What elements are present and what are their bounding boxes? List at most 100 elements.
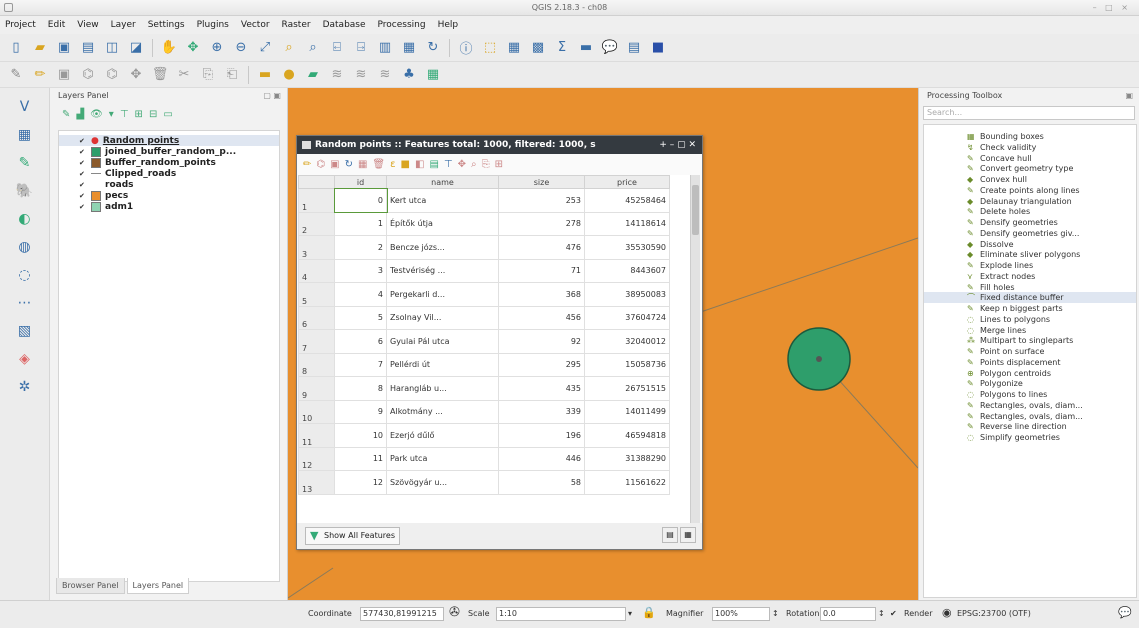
copy-rows-icon[interactable]: ⎘ <box>482 159 490 170</box>
table-row[interactable]: 12 11 Park utca 446 31388290 <box>298 446 670 471</box>
toolbox-item[interactable]: ✎ Densify geometries <box>924 217 1136 228</box>
cell-price[interactable]: 32040012 <box>584 329 670 354</box>
toolbox-item[interactable]: ◌ Simplify geometries <box>924 432 1136 443</box>
lock-scale-icon[interactable]: 🔒 <box>642 606 656 619</box>
table-row[interactable]: 11 10 Ezerjó dűlő 196 46594818 <box>298 423 670 448</box>
column-header-size[interactable]: size <box>498 175 585 189</box>
row-number[interactable]: 4 <box>298 258 335 283</box>
cell-id[interactable]: 2 <box>334 235 387 260</box>
invert-selection-icon[interactable]: ◧ <box>415 159 424 170</box>
cell-name[interactable]: Gyulai Pál utca <box>386 329 499 354</box>
toolbox-item[interactable]: ⊕ Polygon centroids <box>924 368 1136 379</box>
cell-price[interactable]: 46594818 <box>584 423 670 448</box>
toolbox-item[interactable]: ◌ Lines to polygons <box>924 314 1136 325</box>
cell-name[interactable]: Bencze józs... <box>386 235 499 260</box>
pan-to-selection-icon[interactable]: ✥ <box>183 38 203 58</box>
menu-layer[interactable]: Layer <box>110 20 137 30</box>
cell-name[interactable]: Park utca <box>386 446 499 471</box>
checkbox-icon[interactable]: ✔ <box>79 137 87 145</box>
add-wfs-icon[interactable]: ⋯ <box>12 292 38 314</box>
select-features-icon[interactable]: ⬚ <box>480 38 500 58</box>
checkbox-icon[interactable]: ✔ <box>79 159 87 167</box>
table-row[interactable]: 5 4 Pergekarli d... 368 38950083 <box>298 282 670 307</box>
cell-id[interactable]: 12 <box>334 470 387 495</box>
toolbox-item[interactable]: ◌ Polygons to lines <box>924 389 1136 400</box>
layer-item-pecs[interactable]: ✔ pecs <box>59 190 279 201</box>
row-number[interactable]: 8 <box>298 352 335 377</box>
toolbox-item[interactable]: ✎ Points displacement <box>924 357 1136 368</box>
measure-icon[interactable]: ▬ <box>576 38 596 58</box>
row-number[interactable]: 2 <box>298 211 335 236</box>
row-number[interactable]: 13 <box>298 470 335 495</box>
panel-float-close-icon[interactable]: ▣ <box>1125 88 1133 104</box>
cell-size[interactable]: 435 <box>498 376 585 401</box>
zoom-to-selected-icon[interactable]: ⌕ <box>471 159 477 170</box>
table-row[interactable]: 2 1 Építők útja 278 14118614 <box>298 211 670 236</box>
add-wcs-icon[interactable]: ◌ <box>12 264 38 286</box>
cell-id[interactable]: 3 <box>334 258 387 283</box>
table-row[interactable]: 6 5 Zsolnay Vil... 456 37604724 <box>298 305 670 330</box>
identify-icon[interactable]: ⓘ <box>456 38 476 58</box>
cell-size[interactable]: 339 <box>498 399 585 424</box>
toolbox-item[interactable]: ✎ Explode lines <box>924 260 1136 271</box>
toolbox-item[interactable]: ✎ Densify geometries giv... <box>924 228 1136 239</box>
python-icon[interactable]: ♣ <box>399 65 419 85</box>
toggle-extents-icon[interactable]: ✇ <box>449 605 460 620</box>
new-bookmark-icon[interactable]: ▥ <box>375 38 395 58</box>
table-row[interactable]: 7 6 Gyulai Pál utca 92 32040012 <box>298 329 670 354</box>
cell-id[interactable]: 7 <box>334 352 387 377</box>
checkbox-icon[interactable]: ✔ <box>79 148 87 156</box>
cell-id[interactable]: 4 <box>334 282 387 307</box>
toolbox-item[interactable]: ✎ Convert geometry type <box>924 163 1136 174</box>
column-header-price[interactable]: price <box>584 175 670 189</box>
table-row[interactable]: 4 3 Testvériség ... 71 8443607 <box>298 258 670 283</box>
menu-project[interactable]: Project <box>4 20 37 30</box>
zoom-layer-icon[interactable]: ⌕ <box>303 38 323 58</box>
node-tool-icon[interactable]: ⌬ <box>102 65 122 85</box>
tooltip-icon[interactable]: 💬 <box>600 38 620 58</box>
row-number[interactable]: 5 <box>298 282 335 307</box>
cell-size[interactable]: 196 <box>498 423 585 448</box>
menu-plugins[interactable]: Plugins <box>196 20 230 30</box>
zoom-next-icon[interactable]: ⍈ <box>351 38 371 58</box>
add-feature-icon[interactable]: ▦ <box>358 159 367 170</box>
toolbox-item[interactable]: ◌ Merge lines <box>924 325 1136 336</box>
table-view-icon[interactable]: ▦ <box>680 527 696 543</box>
filter-legend-icon[interactable]: ▾ <box>109 109 114 120</box>
cell-price[interactable]: 11561622 <box>584 470 670 495</box>
plugin-icon[interactable]: ▦ <box>423 65 443 85</box>
new-shapefile-icon[interactable]: ▧ <box>12 320 38 342</box>
tab-browser-panel[interactable]: Browser Panel <box>56 578 125 594</box>
column-header-id[interactable]: id <box>334 175 387 189</box>
filter-expression-icon[interactable]: ⊤ <box>120 109 129 120</box>
table-row[interactable]: 10 9 Alkotmány ... 339 14011499 <box>298 399 670 424</box>
toolbox-item[interactable]: ✎ Keep n biggest parts <box>924 303 1136 314</box>
toolbox-item[interactable]: ⁂ Multipart to singleparts <box>924 335 1136 346</box>
cell-size[interactable]: 368 <box>498 282 585 307</box>
add-delimited-text-icon[interactable]: ✎ <box>12 152 38 174</box>
table-row[interactable]: 13 12 Szövögyár u... 58 11561622 <box>298 470 670 495</box>
table-row[interactable]: 8 7 Pellérdi út 295 15058736 <box>298 352 670 377</box>
cell-size[interactable]: 476 <box>498 235 585 260</box>
cell-id[interactable]: 8 <box>334 376 387 401</box>
zoom-last-icon[interactable]: ⍇ <box>327 38 347 58</box>
save-project-icon[interactable]: ▣ <box>54 38 74 58</box>
toolbox-item[interactable]: ✎ Rectangles, ovals, diam... <box>924 400 1136 411</box>
reload-icon[interactable]: ↻ <box>345 159 353 170</box>
cell-name[interactable]: Pellérdi út <box>386 352 499 377</box>
cell-size[interactable]: 295 <box>498 352 585 377</box>
cell-price[interactable]: 35530590 <box>584 235 670 260</box>
checkbox-icon[interactable]: ✔ <box>79 181 87 189</box>
cell-price[interactable]: 31388290 <box>584 446 670 471</box>
save-as-icon[interactable]: ▤ <box>78 38 98 58</box>
show-hide-label-icon[interactable]: ▰ <box>303 65 323 85</box>
zoom-out-icon[interactable]: ⊖ <box>231 38 251 58</box>
add-virtual-layer-icon[interactable]: ✲ <box>12 376 38 398</box>
save-edits-icon[interactable]: ▣ <box>54 65 74 85</box>
toolbox-item[interactable]: ✎ Rectangles, ovals, diam... <box>924 411 1136 422</box>
panel-float-close-icon[interactable]: ▢ ▣ <box>263 88 281 104</box>
zoom-selection-icon[interactable]: ⌕ <box>279 38 299 58</box>
open-table-icon[interactable]: ▦ <box>504 38 524 58</box>
menu-view[interactable]: View <box>76 20 99 30</box>
checkbox-icon[interactable]: ✔ <box>79 170 87 178</box>
